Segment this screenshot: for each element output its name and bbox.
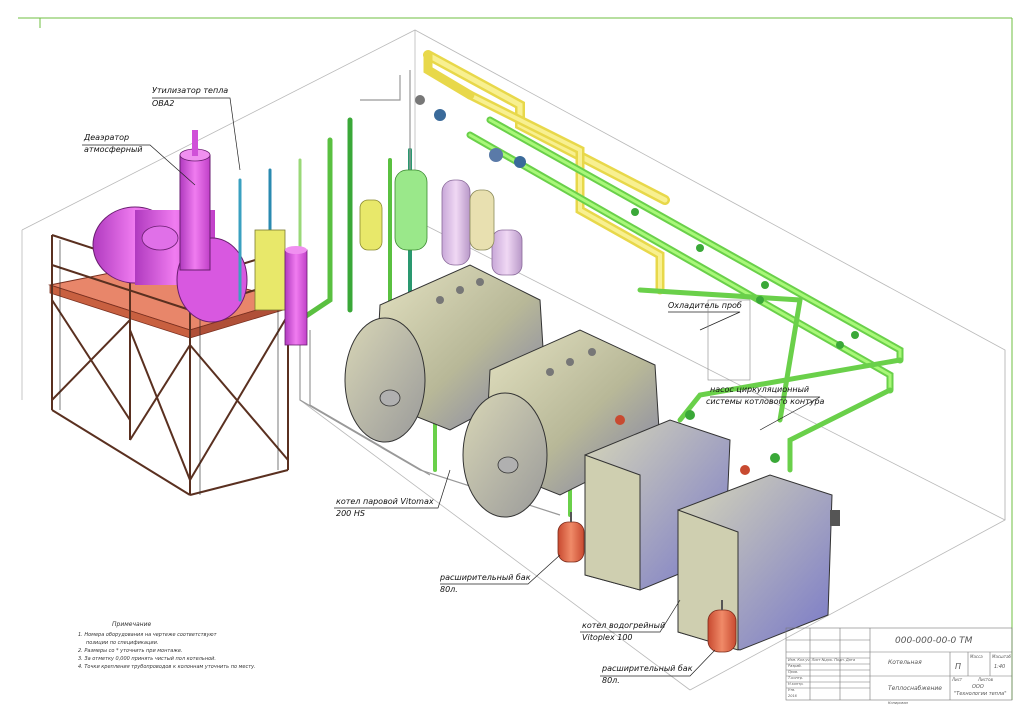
water-treatment-columns [359, 169, 523, 276]
label-steam-boiler-model: 200 HS [336, 509, 365, 518]
note-line: 2. Размеры со * уточнить при монтаже. [78, 648, 183, 654]
label-steam-boiler: котел паровой Vitomax [336, 497, 434, 506]
label-sample-cooler: Охладитель проб [668, 301, 742, 310]
tb-row: Н.контр. [788, 682, 804, 686]
label-water-boiler: котел водогрейный [582, 621, 665, 630]
drawing-code: 000-000-00-0 ТМ [895, 636, 973, 646]
sheets-header: Листов [977, 677, 994, 682]
drawing-name: Теплоснабжение [888, 685, 942, 692]
notes-block: Примечание 1. Номера оборудования на чер… [78, 621, 256, 670]
label-deaerator: Деаэратор [83, 133, 129, 142]
tb-row: Разраб. [788, 664, 802, 668]
label-expansion-tank-a: расширительный бак [439, 573, 531, 582]
label-pump: насос циркуляционный [710, 385, 809, 394]
tb-row: Изм. Кол.уч. Лист №док. Подп. Дата [788, 658, 855, 662]
label-heat-recovery-model: OBA2 [152, 99, 174, 108]
notes-title: Примечание [112, 621, 151, 628]
note-line: 3. За отметку 0,000 принять чистый пол к… [78, 656, 216, 662]
water-boiler-2 [677, 474, 840, 651]
label-heat-recovery: Утилизатор тепла [152, 86, 228, 95]
object-name: Котельная [888, 659, 922, 666]
expansion-tank-a [557, 512, 585, 563]
scale-header: Масштаб [992, 654, 1012, 659]
stage-value: П [955, 662, 961, 671]
label-water-boiler-model: Vitoplex 100 [582, 633, 633, 642]
sheet-header: Лист [951, 677, 963, 682]
label-expansion-tank-b-volume: 80л. [602, 676, 620, 685]
tb-row: Пров. [788, 670, 798, 674]
label-deaerator-type: атмосферный [84, 145, 142, 154]
tb-row: Т.контр. [788, 676, 803, 680]
mass-header: Масса [970, 654, 983, 659]
label-expansion-tank-b: расширительный бак [601, 664, 693, 673]
tb-row: Утв. [788, 688, 795, 692]
scale-value: 1:40 [994, 664, 1005, 670]
tb-footer: Копировал [888, 701, 909, 705]
title-block-text: 000-000-00-0 ТМ Котельная Теплоснабжение… [788, 636, 1012, 705]
company-name: "Технологии тепла" [954, 691, 1007, 697]
note-line: 4. Точки крепления трубопроводов к колон… [78, 664, 256, 670]
label-expansion-tank-a-volume: 80л. [440, 585, 458, 594]
label-pump-circuit: системы котлового контура [706, 397, 825, 406]
tb-year: 2016 [788, 694, 798, 698]
isometric-boiler-room-drawing: Утилизатор тепла OBA2 Деаэратор атмосфер… [18, 17, 1013, 705]
note-line: позиции по спецификации. [86, 640, 159, 646]
company: ООО [972, 684, 984, 690]
note-line: 1. Номера оборудования на чертеже соотве… [78, 632, 218, 638]
